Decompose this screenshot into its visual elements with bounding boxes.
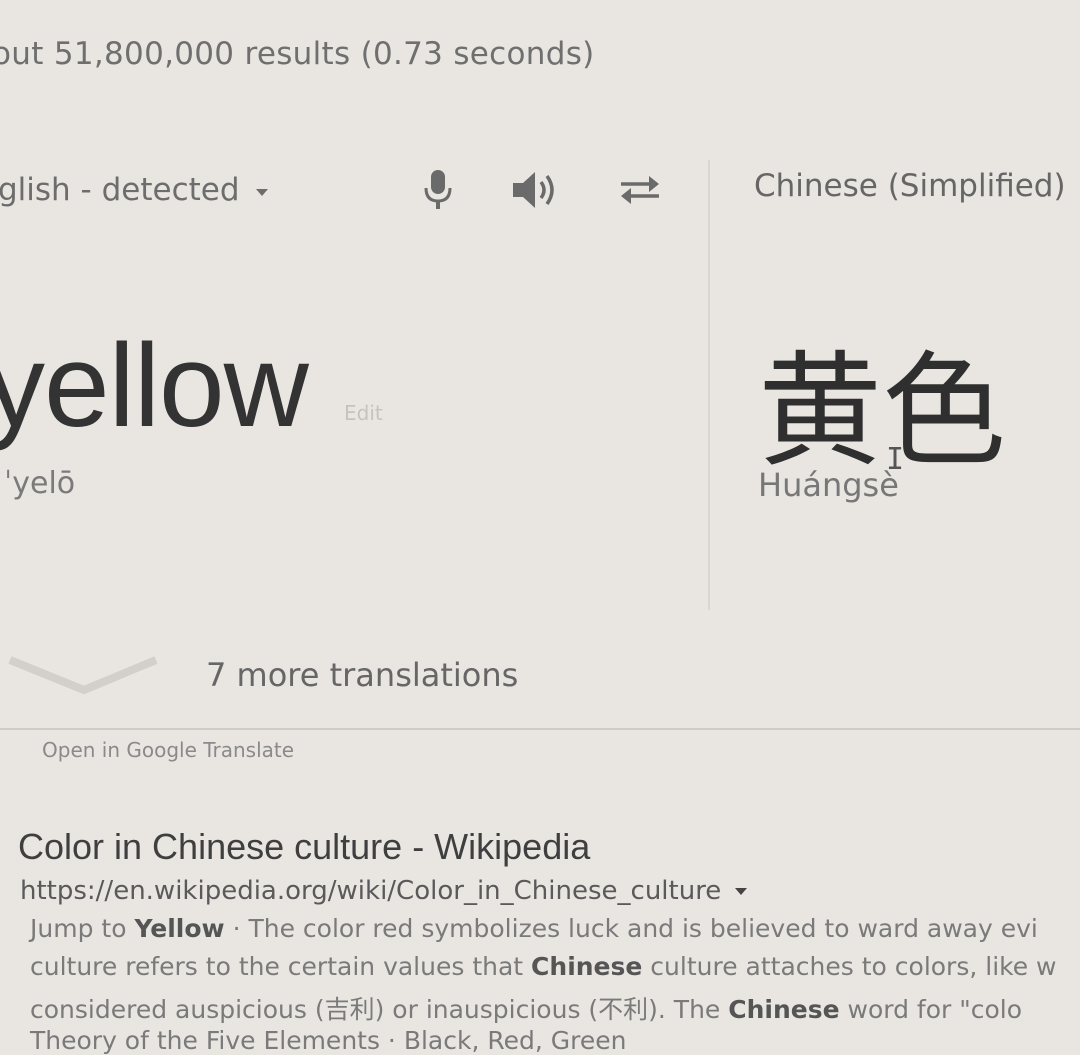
snippet-text: culture attaches to colors, like w xyxy=(642,952,1057,981)
jump-to-link[interactable]: Yellow xyxy=(134,914,224,943)
jump-to-label: Jump to xyxy=(30,914,135,943)
panel-divider xyxy=(708,160,710,610)
result-url-text: https://en.wikipedia.org/wiki/Color_in_C… xyxy=(20,876,722,906)
more-translations-label[interactable]: 7 more translations xyxy=(206,656,518,694)
snippet-text: · The color red symbolizes luck and is b… xyxy=(224,914,1038,943)
source-language-select[interactable]: glish - detected xyxy=(0,172,268,208)
snippet-line-3: considered auspicious (吉利) or inauspicio… xyxy=(30,990,1022,1026)
snippet-line-4: Theory of the Five Elements · Black, Red… xyxy=(30,1026,627,1055)
swap-icon[interactable] xyxy=(612,162,668,218)
speaker-icon[interactable] xyxy=(508,162,564,218)
section-divider xyxy=(0,728,1080,730)
snippet-text: word for "colo xyxy=(839,995,1023,1024)
edit-link[interactable]: Edit xyxy=(344,401,383,425)
microphone-icon[interactable] xyxy=(410,162,466,218)
snippet-bold: Chinese xyxy=(531,952,643,981)
result-url[interactable]: https://en.wikipedia.org/wiki/Color_in_C… xyxy=(20,876,748,906)
result-title-link[interactable]: Color in Chinese culture - Wikipedia xyxy=(18,826,590,868)
dropdown-caret-icon xyxy=(255,188,268,196)
snippet-text: culture refers to the certain values tha… xyxy=(30,952,532,981)
source-transliteration: ˈyelō xyxy=(4,466,76,501)
source-text[interactable]: yellow xyxy=(0,318,309,454)
url-dropdown-caret-icon[interactable] xyxy=(735,887,748,895)
more-translations-toggle[interactable] xyxy=(0,646,160,700)
snippet-line-2: culture refers to the certain values tha… xyxy=(30,952,1057,981)
open-in-translate-link[interactable]: Open in Google Translate xyxy=(42,738,294,762)
target-language-select[interactable]: Chinese (Simplified) xyxy=(754,168,1066,204)
text-cursor-icon: I xyxy=(886,442,905,477)
source-language-label: glish - detected xyxy=(0,172,240,208)
target-romanization: Huángsè xyxy=(758,466,899,504)
snippet-line-1: Jump to Yellow · The color red symbolize… xyxy=(30,914,1038,943)
snippet-text: considered auspicious (吉利) or inauspicio… xyxy=(30,995,729,1024)
target-text: 黄色 xyxy=(758,340,1007,484)
snippet-bold: Chinese xyxy=(728,995,840,1024)
chevron-down-icon xyxy=(0,646,160,700)
result-stats: out 51,800,000 results (0.73 seconds) xyxy=(0,36,595,72)
